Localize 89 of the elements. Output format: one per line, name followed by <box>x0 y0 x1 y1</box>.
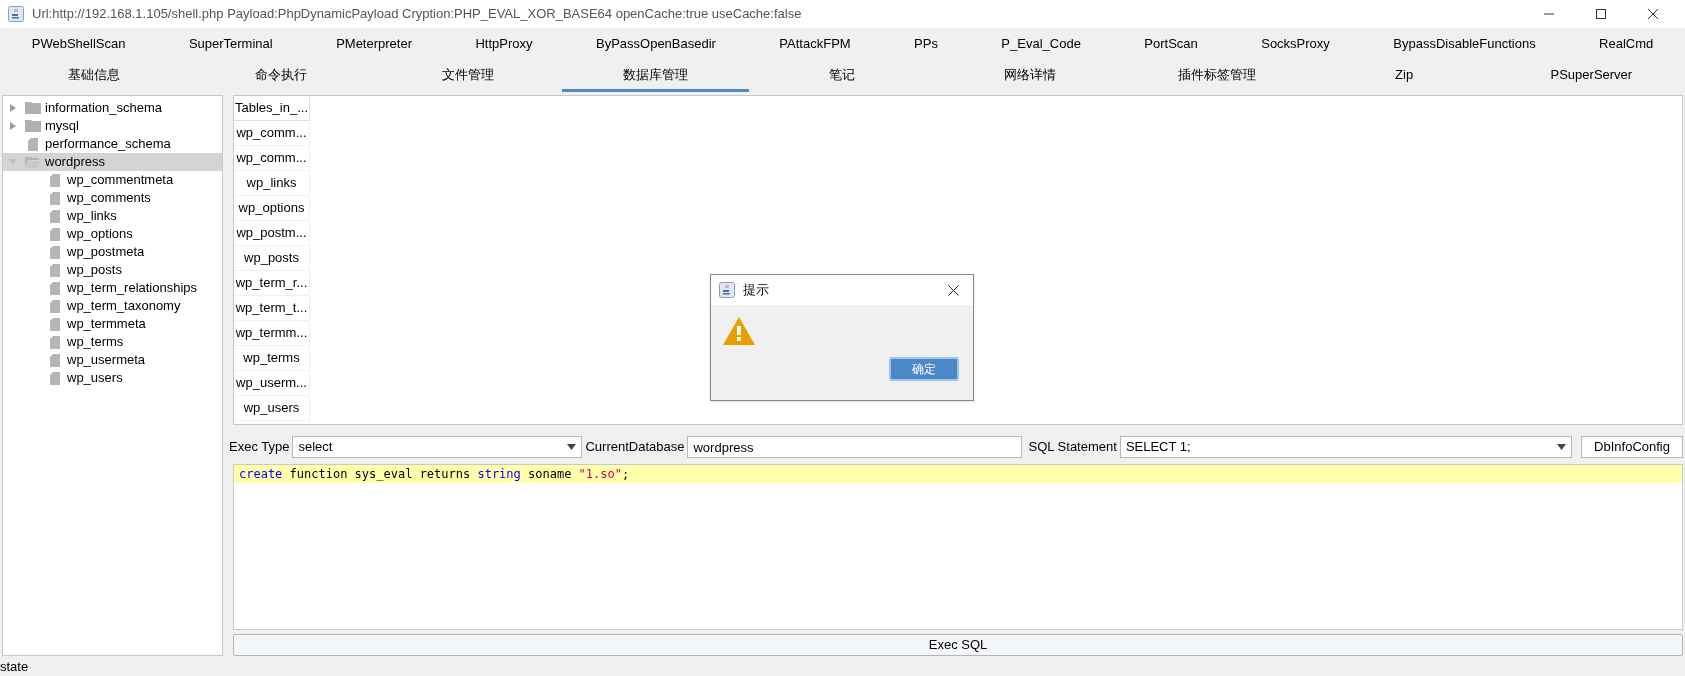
ok-button[interactable]: 确定 <box>889 357 959 381</box>
tree-item[interactable]: wp_links <box>3 207 222 225</box>
status-text: state <box>0 658 29 676</box>
table-cell: wp_comm... <box>234 146 310 171</box>
plugin-tab[interactable]: SocksProxy <box>1229 28 1362 60</box>
tree-item[interactable]: mysql <box>3 117 222 135</box>
plugin-tab[interactable]: HttpProxy <box>443 28 565 60</box>
file-icon <box>50 245 60 259</box>
window-title: Url:http://192.168.1.105/shell.php Payload:PhpDynamicPayload Cryption:PHP_EVAL_XOR_BASE64 openCache:true useCache:false <box>32 5 802 24</box>
file-icon <box>28 137 38 151</box>
sql-statement-dropdown[interactable]: SELECT 1; <box>1119 436 1573 458</box>
maximize-icon[interactable] <box>1595 8 1607 20</box>
plugin-tab[interactable]: ByPassOpenBasedir <box>564 28 748 60</box>
file-icon <box>50 353 60 367</box>
tree-item[interactable]: wp_posts <box>3 261 222 279</box>
field-label: SQL Statement <box>1028 438 1117 457</box>
exec-sql-button[interactable]: Exec SQL <box>233 634 1683 656</box>
field-label: Exec Type <box>229 438 290 457</box>
tab[interactable]: Zip <box>1310 60 1498 92</box>
table-cell: wp_termm... <box>234 321 310 346</box>
folder-icon <box>25 102 41 114</box>
collapsed-caret-icon[interactable] <box>9 104 17 112</box>
file-icon <box>50 191 60 205</box>
tree-item[interactable]: wp_termmeta <box>3 315 222 333</box>
exec-type-dropdown[interactable]: select <box>292 436 583 458</box>
tree-item[interactable]: wp_term_relationships <box>3 279 222 297</box>
table-cell: wp_term_r... <box>234 271 310 296</box>
folder-icon <box>25 120 41 132</box>
table-cell: wp_posts <box>234 246 310 271</box>
plugin-tab[interactable]: PAttackFPM <box>747 28 883 60</box>
plugin-tab[interactable]: SuperTerminal <box>157 28 305 60</box>
tab[interactable]: 基础信息 <box>0 60 188 92</box>
dialog-title: 提示 <box>743 281 769 300</box>
tree-item[interactable]: performance_schema <box>3 135 222 153</box>
file-icon <box>50 335 60 349</box>
plugin-tab[interactable]: BypassDisableFunctions <box>1361 28 1568 60</box>
table-cell: wp_options <box>234 196 310 221</box>
plugin-tab[interactable]: PWebShellScan <box>0 28 158 60</box>
open-folder-icon <box>25 156 41 168</box>
tab[interactable]: 笔记 <box>748 60 937 92</box>
tree-item[interactable]: wordpress <box>3 153 222 171</box>
file-icon <box>50 227 60 241</box>
dropdown-caret-icon <box>567 444 577 450</box>
close-icon[interactable] <box>948 284 959 296</box>
plugin-tab[interactable]: P_Eval_Code <box>969 28 1113 60</box>
file-icon <box>50 317 60 331</box>
table-cell: wp_term_t... <box>234 296 310 321</box>
tree-item[interactable]: wp_usermeta <box>3 351 222 369</box>
plugin-tab[interactable]: RealCmd <box>1567 28 1685 60</box>
table-cell: wp_postm... <box>234 221 310 246</box>
file-icon <box>50 281 60 295</box>
tab[interactable]: 数据库管理 <box>561 60 749 92</box>
tab[interactable]: 命令执行 <box>187 60 375 92</box>
tab[interactable]: PSuperServer <box>1497 60 1685 92</box>
tree-item[interactable]: wp_options <box>3 225 222 243</box>
tab[interactable]: 插件标签管理 <box>1123 60 1311 92</box>
db-info-config-button[interactable]: DbInfoConfig <box>1581 436 1683 458</box>
tree-item[interactable]: wp_comments <box>3 189 222 207</box>
file-icon <box>50 299 60 313</box>
dropdown-caret-icon <box>1557 444 1567 450</box>
tree-item[interactable]: wp_term_taxonomy <box>3 297 222 315</box>
plugin-tab[interactable]: PortScan <box>1112 28 1230 60</box>
sql-editor[interactable]: create function sys_eval returns string soname "1.so"; <box>233 464 1683 630</box>
file-icon <box>50 371 60 385</box>
tab[interactable]: 网络详情 <box>936 60 1124 92</box>
tree-item[interactable]: wp_postmeta <box>3 243 222 261</box>
table-cell: wp_terms <box>234 346 310 371</box>
field-label: CurrentDatabase <box>585 438 685 457</box>
tree-item[interactable]: wp_commentmeta <box>3 171 222 189</box>
tree-item[interactable]: wp_terms <box>3 333 222 351</box>
table-cell: wp_users <box>234 396 310 421</box>
table-cell: wp_userm... <box>234 371 310 396</box>
tree-item[interactable]: information_schema <box>3 99 222 117</box>
table-cell: wp_comm... <box>234 121 310 146</box>
file-icon <box>50 263 60 277</box>
file-icon <box>50 173 60 187</box>
file-icon <box>50 209 60 223</box>
column-header[interactable]: Tables_in_... <box>234 96 310 121</box>
table-cell: wp_links <box>234 171 310 196</box>
collapsed-caret-icon[interactable] <box>9 122 17 130</box>
plugin-tab[interactable]: PPs <box>882 28 970 60</box>
close-icon[interactable] <box>1647 8 1659 20</box>
tab[interactable]: 文件管理 <box>374 60 562 92</box>
java-cup-icon <box>719 282 735 298</box>
database-field[interactable]: wordpress <box>687 436 1023 458</box>
tree-item[interactable]: wp_users <box>3 369 222 387</box>
plugin-tab[interactable]: PMeterpreter <box>304 28 444 60</box>
warning-icon <box>723 317 755 345</box>
java-cup-icon <box>8 6 24 22</box>
